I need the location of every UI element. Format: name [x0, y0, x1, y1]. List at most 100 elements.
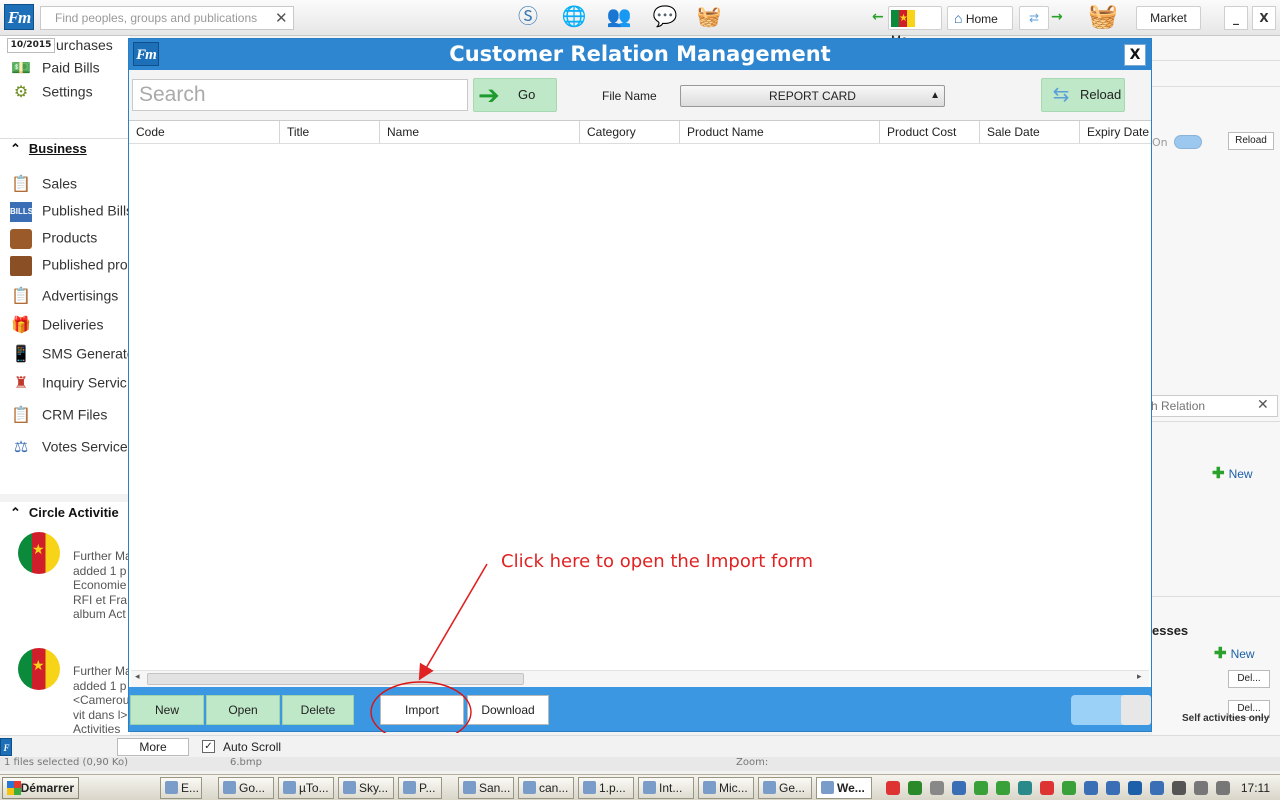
annotation-arrow: [418, 563, 488, 681]
clipboard-icon: 📋: [11, 407, 31, 424]
circle-activities-header[interactable]: ⌃ Circle Activitie: [10, 505, 119, 521]
basket-icon[interactable]: 🧺: [696, 3, 722, 29]
taskbar-item[interactable]: P...: [398, 777, 442, 799]
sidebar-item-purchases[interactable]: urchases: [56, 37, 113, 57]
sidebar-item-crm-files[interactable]: 📋 CRM Files: [10, 406, 107, 426]
start-button[interactable]: Démarrer: [2, 777, 79, 799]
window-close-button[interactable]: X: [1252, 6, 1276, 30]
tray-icon[interactable]: [974, 781, 988, 795]
divider: [0, 138, 130, 139]
sidebar-item-sales[interactable]: 📋 Sales: [10, 175, 77, 195]
tray-icon[interactable]: [1084, 781, 1098, 795]
volume-icon[interactable]: [1216, 781, 1230, 795]
status-text: 1 files selected (0,90 Ko): [4, 757, 128, 768]
divider: [1152, 421, 1280, 422]
back-arrow-icon[interactable]: ←: [872, 9, 884, 25]
taskbar-item[interactable]: Int...: [638, 777, 694, 799]
new-address-button[interactable]: ✚ New: [1214, 644, 1255, 662]
inquiry-icon: ♜: [13, 375, 29, 392]
search-relation-input[interactable]: [1139, 396, 1249, 416]
activity-text: Further Ma added 1 p <Camerou vit dans l…: [73, 664, 132, 736]
money-icon: 💵: [11, 60, 31, 77]
tray-icon[interactable]: [1062, 781, 1076, 795]
taskbar-item[interactable]: µTo...: [278, 777, 334, 799]
home-button[interactable]: ⌂ Home: [947, 6, 1013, 30]
divider: [0, 494, 130, 502]
avatar: [18, 532, 60, 574]
tray-icon[interactable]: [908, 781, 922, 795]
activity-item[interactable]: Further Ma added 1 p <Camerou vit dans l…: [8, 642, 132, 736]
right-panel: On Reload ✕ ✚New esses ✚New Del... Del..…: [1138, 36, 1280, 752]
shopping-basket-icon[interactable]: 🧺: [1088, 2, 1118, 30]
collapse-icon: ⌃: [10, 141, 21, 156]
global-search-box: ✕: [40, 6, 294, 30]
divider: [1152, 60, 1280, 61]
addresses-header: esses: [1152, 623, 1189, 638]
sidebar-item-products[interactable]: Products: [10, 229, 97, 249]
cameroon-flag-icon: [891, 10, 915, 28]
top-bar: Fm ✕ Ⓢ 🌐 👥 💬 🧺 ← Me ⌂ Home ⇄ → 🧺 Market …: [0, 0, 1280, 47]
taskbar-item-active[interactable]: We...: [816, 777, 872, 799]
clear-search-icon[interactable]: ✕: [275, 9, 288, 27]
right-reload-button[interactable]: Reload: [1228, 132, 1274, 150]
more-button[interactable]: More: [117, 738, 189, 756]
global-search-input[interactable]: [41, 7, 261, 29]
people-icon[interactable]: 👥: [606, 3, 632, 29]
market-button[interactable]: Market: [1136, 6, 1201, 30]
auto-scroll-checkbox[interactable]: ✓: [202, 740, 215, 753]
taskbar-item[interactable]: Ge...: [758, 777, 812, 799]
forward-arrow-icon[interactable]: →: [1051, 9, 1063, 25]
taskbar-item[interactable]: Go...: [218, 777, 274, 799]
tray-icon[interactable]: [996, 781, 1010, 795]
scale-icon: ⚖: [13, 439, 29, 456]
self-activities-label: Self activities only: [1182, 713, 1270, 724]
business-section-header[interactable]: ⌃ Business: [10, 141, 87, 157]
file-text: 6.bmp: [230, 757, 262, 768]
taskbar-item[interactable]: Sky...: [338, 777, 394, 799]
activity-item[interactable]: Further Ma added 1 p Economie RFI et Fra…: [8, 526, 132, 636]
tray-icon[interactable]: [1150, 781, 1164, 795]
clear-relation-icon[interactable]: ✕: [1257, 397, 1269, 413]
sidebar-item-paid-bills[interactable]: 💵 Paid Bills: [10, 59, 100, 79]
on-label: On: [1152, 136, 1168, 149]
me-button[interactable]: Me: [888, 6, 942, 47]
taskbar-item[interactable]: 1.p...: [578, 777, 634, 799]
clipboard-icon: 📋: [11, 288, 31, 305]
globe-icon[interactable]: 🌐: [561, 3, 587, 29]
sidebar-item-sms-generator[interactable]: 📱 SMS Generato: [10, 345, 135, 365]
delete-address-button[interactable]: Del...: [1228, 670, 1270, 688]
phone-icon: 📱: [11, 346, 31, 363]
skype-icon[interactable]: Ⓢ: [515, 3, 541, 29]
chat-icon[interactable]: 💬: [652, 3, 678, 29]
sidebar-item-published-products[interactable]: Published pro: [10, 256, 128, 276]
sidebar-item-votes-service[interactable]: ⚖ Votes Service: [10, 438, 128, 458]
taskbar-item[interactable]: E...: [160, 777, 202, 799]
sidebar-item-settings[interactable]: ⚙ Settings: [10, 83, 93, 103]
sidebar-item-deliveries[interactable]: 🎁 Deliveries: [10, 316, 103, 336]
new-relation-button[interactable]: ✚ New: [1212, 464, 1253, 482]
tray-icon[interactable]: [1128, 781, 1142, 795]
tray-icon[interactable]: [952, 781, 966, 795]
bluetooth-icon[interactable]: [1172, 781, 1186, 795]
taskbar-item[interactable]: can...: [518, 777, 574, 799]
flag-icon[interactable]: [1194, 781, 1208, 795]
on-toggle[interactable]: [1174, 135, 1202, 149]
tray-icon[interactable]: [930, 781, 944, 795]
sidebar-item-published-bills[interactable]: BILLS Published Bills: [10, 202, 133, 222]
system-tray: 17:11: [880, 777, 1278, 799]
annotation-overlay: [370, 563, 488, 733]
taskbar-item[interactable]: San...: [458, 777, 514, 799]
taskbar-item[interactable]: Mic...: [698, 777, 754, 799]
tray-icon[interactable]: [886, 781, 900, 795]
app-logo[interactable]: Fm: [4, 4, 34, 30]
sync-button[interactable]: ⇄: [1019, 6, 1049, 30]
tray-icon[interactable]: [1040, 781, 1054, 795]
box-icon: [10, 229, 32, 249]
tray-icon[interactable]: [1018, 781, 1032, 795]
minimize-button[interactable]: _: [1224, 6, 1248, 30]
sidebar-item-advertisings[interactable]: 📋 Advertisings: [10, 287, 118, 307]
annotation-circle: [370, 681, 472, 733]
tray-icon[interactable]: [1106, 781, 1120, 795]
sidebar-item-inquiry-service[interactable]: ♜ Inquiry Servic: [10, 374, 127, 394]
clipboard-icon: 📋: [11, 176, 31, 193]
